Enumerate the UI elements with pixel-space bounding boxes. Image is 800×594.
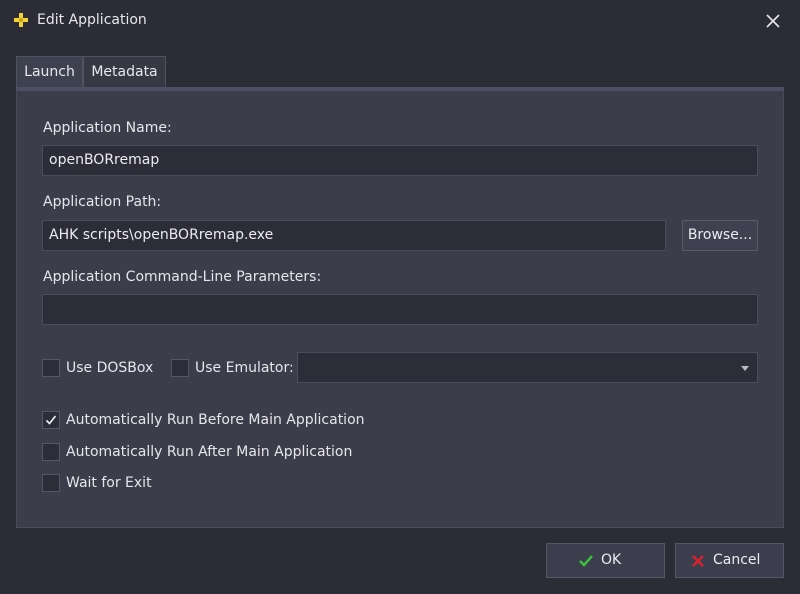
- command-line-parameters-label: Application Command-Line Parameters:: [43, 269, 322, 285]
- emulator-select[interactable]: [297, 352, 758, 383]
- use-dosbox-label: Use DOSBox: [66, 360, 154, 376]
- application-name-label: Application Name:: [43, 120, 172, 136]
- app-icon: [14, 13, 28, 27]
- run-before-checkbox[interactable]: [42, 411, 60, 429]
- close-icon: [766, 14, 780, 28]
- checkmark-icon: [45, 415, 57, 425]
- ok-label: OK: [601, 552, 622, 568]
- chevron-down-icon: [741, 366, 749, 371]
- tab-launch[interactable]: Launch: [16, 56, 83, 88]
- use-dosbox-checkbox[interactable]: [42, 359, 60, 377]
- checkmark-icon: [579, 555, 593, 567]
- cancel-button[interactable]: Cancel: [675, 543, 784, 578]
- application-name-field[interactable]: openBORremap: [42, 145, 758, 176]
- run-after-label: Automatically Run After Main Application: [66, 444, 353, 460]
- use-emulator-label: Use Emulator:: [195, 360, 294, 376]
- ok-button[interactable]: OK: [546, 543, 665, 578]
- run-before-label: Automatically Run Before Main Applicatio…: [66, 412, 365, 428]
- wait-for-exit-label: Wait for Exit: [66, 475, 152, 491]
- use-emulator-checkbox[interactable]: [171, 359, 189, 377]
- launch-panel: Application Name: openBORremap Applicati…: [16, 91, 784, 528]
- application-path-field[interactable]: AHK scripts\openBORremap.exe: [42, 220, 666, 251]
- command-line-parameters-field[interactable]: [42, 294, 758, 325]
- run-after-checkbox[interactable]: [42, 443, 60, 461]
- x-icon: [692, 555, 704, 567]
- application-path-label: Application Path:: [43, 194, 162, 210]
- wait-for-exit-checkbox[interactable]: [42, 474, 60, 492]
- cancel-label: Cancel: [713, 552, 761, 568]
- title-bar: Edit Application: [0, 0, 800, 42]
- tab-metadata[interactable]: Metadata: [83, 56, 166, 88]
- window-title: Edit Application: [37, 12, 147, 28]
- browse-button[interactable]: Browse...: [682, 220, 758, 251]
- close-button[interactable]: [760, 9, 786, 33]
